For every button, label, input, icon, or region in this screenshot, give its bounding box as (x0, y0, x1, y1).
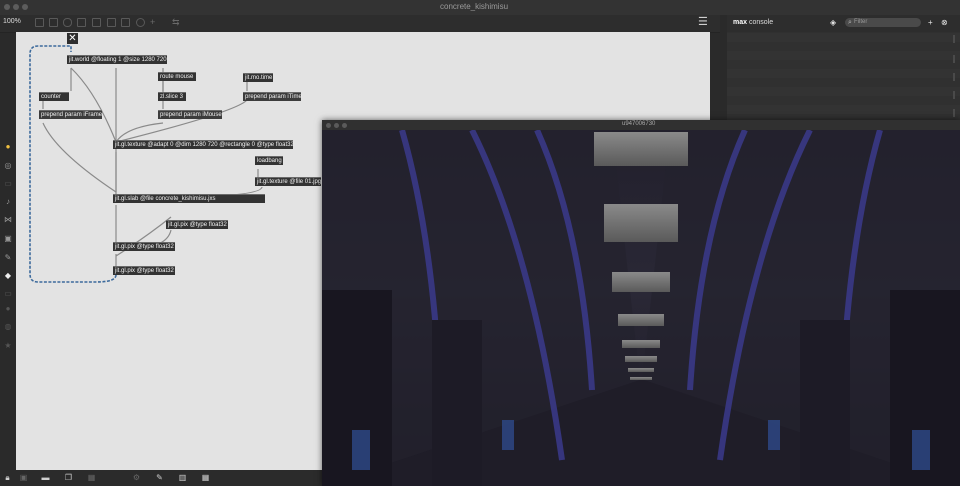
message-icon[interactable] (77, 18, 86, 27)
route-mouse-object[interactable]: route mouse (158, 72, 196, 81)
zoom-level[interactable]: 100% (3, 18, 21, 25)
jit-gl-pix-object-2[interactable]: jit.gl.pix @type float32 (113, 242, 175, 251)
scroll-marker (953, 91, 955, 99)
patcher-icon[interactable]: ⇆ (172, 18, 181, 27)
scroll-marker (953, 73, 955, 81)
console-row (727, 87, 960, 96)
columns-icon[interactable]: ▥ (178, 474, 187, 482)
scroll-marker (953, 55, 955, 63)
comment-icon[interactable] (63, 18, 72, 27)
keyboard-icon[interactable]: ▦ (201, 474, 210, 482)
console-header: max console ◈ Filter ⌕ + ⊗ (727, 15, 960, 32)
patcher-toolbar: 100% + ⇆ ☰ (0, 15, 720, 33)
lock-icon[interactable]: 🔒︎ (3, 474, 12, 482)
prepend-iframe-object[interactable]: prepend param iFrame (39, 110, 102, 119)
close-window-button[interactable] (4, 4, 10, 10)
dial-icon[interactable] (136, 18, 145, 27)
toggle-icon[interactable] (107, 18, 116, 27)
star-icon[interactable]: ★ (4, 342, 12, 350)
globe-icon[interactable]: ◍ (4, 323, 12, 331)
console-title: max console (733, 19, 774, 26)
jit-gl-slab-object[interactable]: jit.gl.slab @file concrete_kishimisu.jxs (113, 194, 265, 203)
render-window[interactable]: u947006730 (322, 120, 960, 486)
sidebar-toggle-icon[interactable]: ☰ (698, 17, 708, 28)
console-row (727, 69, 960, 78)
loadbang-object[interactable]: loadbang (255, 156, 283, 165)
render-minimize-button[interactable] (334, 123, 339, 128)
music-icon[interactable]: ♪ (4, 198, 12, 206)
console-row (727, 51, 960, 60)
show-icon[interactable]: ◆ (4, 272, 12, 280)
diamond-icon[interactable]: ◈ (830, 18, 836, 27)
render-maximize-button[interactable] (342, 123, 347, 128)
paperclip-icon[interactable]: ✎ (4, 254, 12, 262)
record-icon[interactable]: ▭ (4, 180, 12, 188)
patcher-bottom-toolbar: 🔒︎ ▣ ▬ ❐ ▦ ⚙ ✎ ▥ ▦ (0, 470, 322, 486)
console-filter-input[interactable]: Filter (845, 18, 921, 27)
prepend-imouse-object[interactable]: prepend param iMouse (158, 110, 222, 119)
zl-slice-object[interactable]: zl.slice 3 (158, 92, 186, 101)
presentation-icon[interactable] (35, 18, 44, 27)
wrench-icon[interactable]: ✎ (155, 474, 164, 482)
minimize-window-button[interactable] (13, 4, 19, 10)
left-sidebar: ● ◎ ▭ ♪ ⋈ ▣ ✎ ◆ ▭ ● ◍ ★ (0, 138, 16, 370)
image-icon[interactable]: ▣ (4, 235, 12, 243)
rendered-scene (322, 130, 960, 486)
scroll-marker (953, 35, 955, 43)
jit-gl-pix-object-1[interactable]: jit.gl.pix @type float32 (166, 220, 228, 229)
chat-icon[interactable]: ▬ (41, 474, 50, 482)
scroll-marker (953, 109, 955, 117)
window-title: concrete_kishimisu (440, 2, 509, 11)
maximize-window-button[interactable] (22, 4, 28, 10)
window-titlebar: concrete_kishimisu (0, 0, 960, 15)
jit-gl-pix-object-3[interactable]: jit.gl.pix @type float32 (113, 266, 175, 275)
counter-object[interactable]: counter (39, 92, 69, 101)
jit-mo-time-object[interactable]: jit.mo.time (243, 73, 273, 82)
search-icon: ⌕ (848, 19, 852, 26)
render-window-titlebar: u947006730 (322, 120, 960, 130)
jit-world-object[interactable]: jit.world @floating 1 @size 1280 720 (67, 55, 167, 64)
info-icon[interactable]: ● (4, 305, 12, 313)
inspector-icon[interactable]: ⚙ (132, 474, 141, 482)
add-icon[interactable]: + (150, 18, 159, 27)
clear-icon[interactable]: ⊗ (941, 18, 948, 27)
number-icon[interactable] (121, 18, 130, 27)
presentation-mode-icon[interactable]: ▣ (19, 474, 28, 482)
windows-icon[interactable]: ❐ (64, 474, 73, 482)
snippets-icon[interactable]: ● (4, 143, 12, 151)
hide-icon[interactable]: ▭ (4, 290, 12, 298)
console-row (727, 105, 960, 114)
console-row (727, 33, 960, 42)
jit-gl-texture-file-object[interactable]: jit.gl.texture @file 01.jpg (255, 177, 321, 186)
render-window-title: u947006730 (622, 121, 656, 127)
jit-gl-texture-main-object[interactable]: jit.gl.texture @adapt 0 @dim 1280 720 @r… (113, 140, 294, 149)
add-icon[interactable]: + (928, 18, 933, 27)
render-close-button[interactable] (326, 123, 331, 128)
target-icon[interactable]: ◎ (4, 162, 12, 170)
grid-icon[interactable]: ▦ (87, 474, 96, 482)
connect-icon[interactable]: ⋈ (4, 216, 12, 224)
close-patch-icon[interactable]: ✕ (67, 33, 78, 44)
button-icon[interactable] (92, 18, 101, 27)
prepend-itime-object[interactable]: prepend param iTime (243, 92, 302, 101)
object-icon[interactable] (49, 18, 58, 27)
